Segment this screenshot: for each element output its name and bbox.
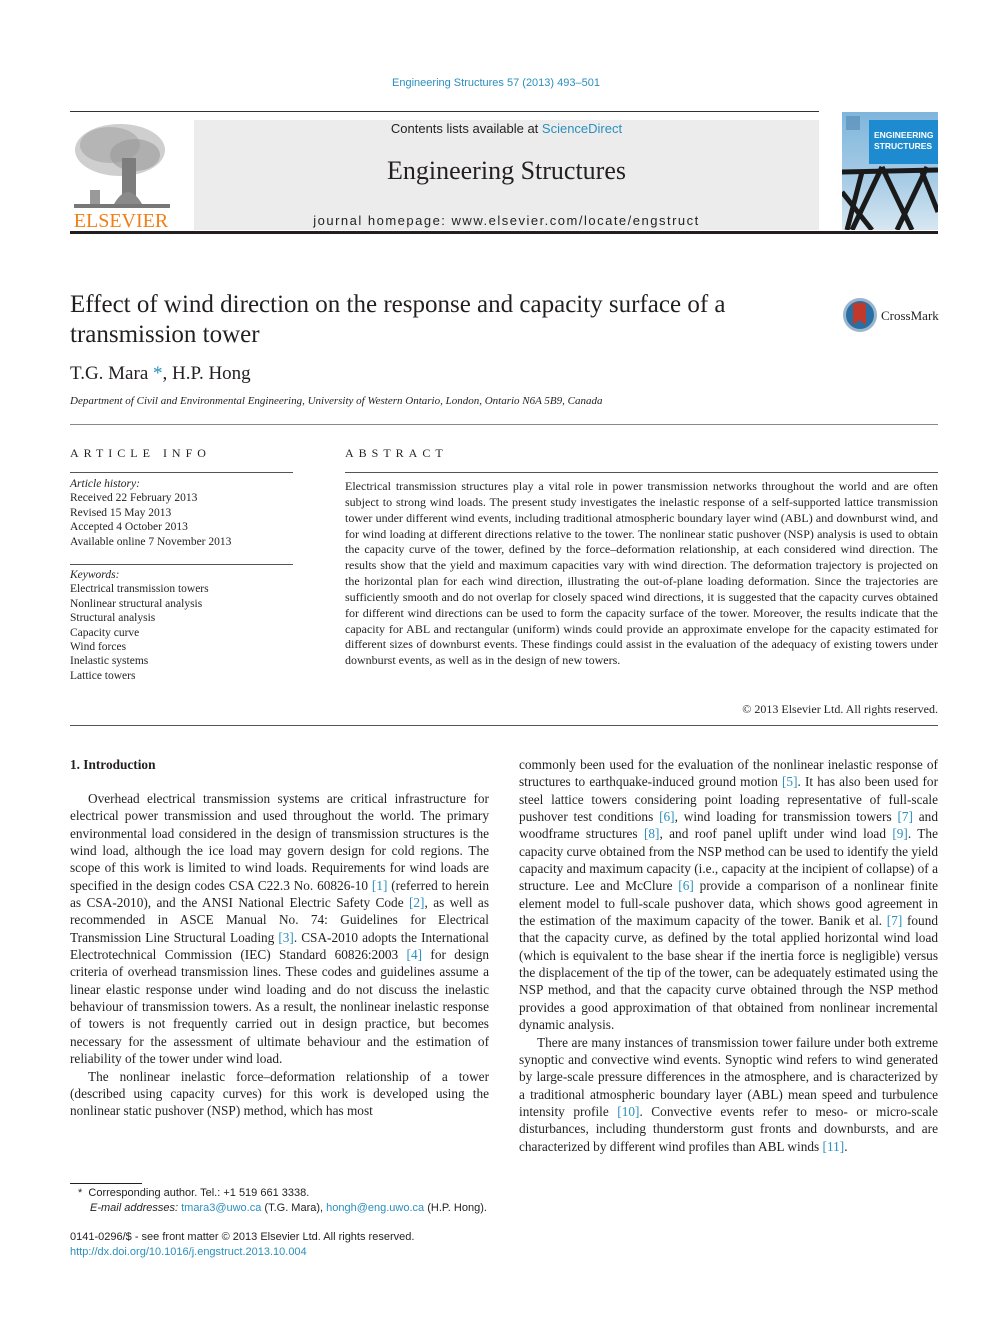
header-thick-rule <box>70 231 938 234</box>
front-matter: 0141-0296/$ - see front matter © 2013 El… <box>70 1230 414 1259</box>
reference-link[interactable]: [2] <box>409 895 425 910</box>
divider <box>70 472 293 473</box>
reference-link[interactable]: [4] <box>407 947 423 962</box>
keyword: Nonlinear structural analysis <box>70 597 203 610</box>
author-list: T.G. Mara *, H.P. Hong <box>70 363 251 385</box>
reference-link[interactable]: [7] <box>897 809 913 824</box>
reference-link[interactable]: [8] <box>644 826 660 841</box>
history-item: Available online 7 November 2013 <box>70 535 232 548</box>
homepage-url[interactable]: www.elsevier.com/locate/engstruct <box>452 213 700 228</box>
history-label: Article history: <box>70 478 140 490</box>
reference-link[interactable]: [5] <box>782 774 798 789</box>
contents-prefix: Contents lists available at <box>390 121 542 136</box>
footnote-mark: * <box>78 1187 83 1199</box>
abstract-text: Electrical transmission structures play … <box>345 479 938 668</box>
author-name[interactable]: H.P. Hong <box>172 363 251 384</box>
keywords: Keywords: Electrical transmission towers… <box>70 568 293 683</box>
email-owner: (H.P. Hong). <box>424 1202 487 1214</box>
paragraph: commonly been used for the evaluation of… <box>519 756 938 1034</box>
keyword: Capacity curve <box>70 626 140 639</box>
reference-link[interactable]: [6] <box>659 809 675 824</box>
cover-title-line1: ENGINEERING <box>874 130 934 140</box>
homepage-prefix: journal homepage: <box>313 213 452 228</box>
divider <box>70 564 293 565</box>
reference-link[interactable]: [10] <box>617 1104 639 1119</box>
footnotes: * Corresponding author. Tel.: +1 519 661… <box>78 1186 487 1216</box>
footnote-rule <box>70 1183 142 1184</box>
email-label: E-mail addresses: <box>90 1202 182 1214</box>
paragraph: Overhead electrical transmission systems… <box>70 790 489 1068</box>
paragraph: There are many instances of transmission… <box>519 1034 938 1155</box>
reference-link[interactable]: [9] <box>892 826 908 841</box>
reference-link[interactable]: [11] <box>823 1139 845 1154</box>
divider <box>70 725 938 726</box>
crossmark-badge[interactable]: CrossMark <box>843 298 943 334</box>
divider <box>345 472 938 473</box>
email-link[interactable]: tmara3@uwo.ca <box>181 1202 261 1214</box>
sciencedirect-link[interactable]: ScienceDirect <box>542 121 622 136</box>
header-rule <box>70 111 819 112</box>
reference-link[interactable]: [3] <box>278 930 294 945</box>
article-info-heading: ARTICLE INFO <box>70 446 211 460</box>
reference-link[interactable]: [6] <box>678 878 694 893</box>
tree-icon <box>74 124 170 208</box>
history-item: Revised 15 May 2013 <box>70 506 172 519</box>
section-heading-introduction: 1. Introduction <box>70 757 156 772</box>
abstract-heading: ABSTRACT <box>345 446 448 460</box>
crossmark-label: CrossMark <box>881 308 939 323</box>
reference-link[interactable]: [1] <box>372 878 388 893</box>
body-column-left: Overhead electrical transmission systems… <box>70 790 489 1120</box>
keyword: Structural analysis <box>70 612 156 625</box>
email-footnote: E-mail addresses: tmara3@uwo.ca (T.G. Ma… <box>78 1201 487 1216</box>
paragraph-text: , wind loading for transmission towers <box>674 809 898 825</box>
history-item: Received 22 February 2013 <box>70 492 198 505</box>
journal-citation[interactable]: Engineering Structures 57 (2013) 493–501 <box>0 77 992 89</box>
keywords-label: Keywords: <box>70 569 120 581</box>
journal-name: Engineering Structures <box>387 156 626 185</box>
email-link[interactable]: hongh@eng.uwo.ca <box>326 1202 424 1214</box>
paragraph-text: for design criteria of overhead transmis… <box>70 947 490 1067</box>
keyword: Electrical transmission towers <box>70 583 209 596</box>
keyword: Inelastic systems <box>70 655 149 668</box>
email-owner: (T.G. Mara), <box>261 1202 327 1214</box>
corresponding-author-mark[interactable]: * <box>153 363 163 384</box>
issn-line: 0141-0296/$ - see front matter © 2013 El… <box>70 1231 415 1243</box>
author-name[interactable]: T.G. Mara <box>70 363 148 384</box>
body-column-right: commonly been used for the evaluation of… <box>519 756 938 1155</box>
paragraph-text: . <box>844 1138 848 1154</box>
paragraph-text: The nonlinear inelastic force–deformatio… <box>70 1068 489 1119</box>
paragraph-text: found that the capacity curve, as define… <box>519 913 938 1033</box>
paragraph-text: , and roof panel uplift under wind load <box>659 826 893 842</box>
article-history: Article history: Received 22 February 20… <box>70 477 293 549</box>
article-title: Effect of wind direction on the response… <box>70 291 726 348</box>
keyword: Lattice towers <box>70 669 136 682</box>
journal-cover-thumbnail[interactable]: ENGINEERING STRUCTURES <box>842 112 938 230</box>
elsevier-wordmark: ELSEVIER <box>73 210 169 232</box>
divider <box>70 424 938 425</box>
doi-link[interactable]: http://dx.doi.org/10.1016/j.engstruct.20… <box>70 1245 414 1260</box>
contents-line: Contents lists available at ScienceDirec… <box>194 121 819 136</box>
cover-title-line2: STRUCTURES <box>874 141 933 151</box>
paragraph: The nonlinear inelastic force–deformatio… <box>70 1068 489 1120</box>
corresponding-footnote: * Corresponding author. Tel.: +1 519 661… <box>78 1186 487 1201</box>
history-item: Accepted 4 October 2013 <box>70 521 188 534</box>
cover-title: ENGINEERING STRUCTURES <box>869 120 938 164</box>
journal-homepage: journal homepage: www.elsevier.com/locat… <box>194 213 819 228</box>
reference-link[interactable]: [7] <box>887 913 903 928</box>
author-separator: , <box>162 363 173 384</box>
affiliation: Department of Civil and Environmental En… <box>70 395 603 407</box>
corresponding-text: Corresponding author. Tel.: +1 519 661 3… <box>88 1187 310 1199</box>
keyword: Wind forces <box>70 641 127 654</box>
abstract-copyright: © 2013 Elsevier Ltd. All rights reserved… <box>742 702 938 716</box>
